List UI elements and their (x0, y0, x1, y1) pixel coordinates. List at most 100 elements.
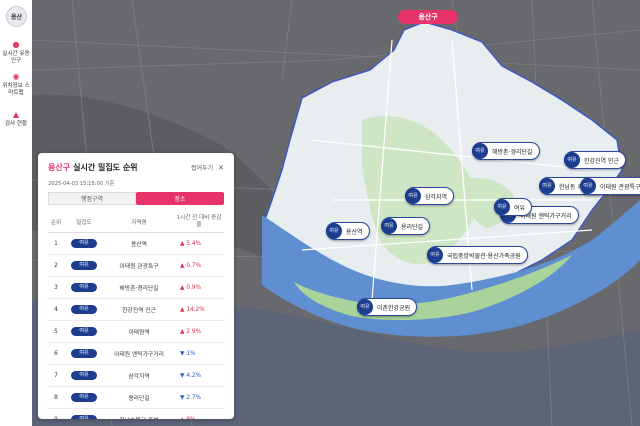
rank-cell: 8 (54, 394, 58, 401)
table-row[interactable]: 2 여유 이태원 관광특구 ▲ 0.7% (48, 255, 224, 277)
density-status-badge: 여유 (580, 178, 596, 194)
change-value: 2.7% (186, 394, 202, 401)
panel-title-district: 용산구 (48, 163, 71, 172)
change-cell: ▲ 8% (174, 417, 224, 420)
district-badge[interactable]: 용산구 (398, 10, 458, 24)
change-value: 14.2% (186, 306, 205, 313)
change-value: 1% (186, 350, 196, 357)
map-marker-itaewon-tourist[interactable]: 여유 이태원 관광특구 주변 (580, 177, 640, 195)
density-cell: 여유 (64, 349, 104, 358)
density-status-badge: 여유 (427, 247, 443, 263)
map-marker-label: 용산역 (346, 228, 363, 236)
panel-title: 용산구 실시간 밀집도 순위 (48, 162, 138, 173)
panel-title-text: 실시간 밀집도 순위 (73, 163, 138, 172)
change-cell: ▼ 1% (174, 351, 224, 357)
collapse-label: 접어두기 (191, 165, 214, 172)
sidebar: 용산 ● 실시간 유동인구 ◉ 위치정보 스마트맵 ▲ 검사 현황 (0, 0, 33, 426)
rank-cell: 7 (54, 372, 58, 379)
district-logo[interactable]: 용산 (6, 6, 27, 27)
close-icon[interactable]: ✕ (218, 164, 224, 172)
table-row[interactable]: 1 여유 용산역 ▲ 5.4% (48, 233, 224, 255)
map-marker-label: 삼각지역 (425, 193, 448, 201)
change-value: 2.9% (186, 328, 202, 335)
rank-cell: 9 (48, 417, 64, 420)
change-cell: ▲ 0.9% (174, 285, 224, 291)
map-marker-label: 한강진역 인근 (584, 157, 620, 165)
rank-cell: 5 (54, 328, 58, 335)
density-cell: 여유 (64, 327, 104, 336)
change-cell: ▼ 2.7% (174, 395, 224, 401)
table-row[interactable]: 5 여유 이태원역 ▲ 2.9% (48, 321, 224, 343)
change-cell: ▲ 2.9% (174, 329, 224, 335)
change-cell: ▲ 0.7% (174, 263, 224, 269)
change-value: 4.2% (186, 372, 202, 379)
area-cell: 이태원 앤틱가구거리 (114, 352, 164, 358)
arrow-up-icon: ▲ (180, 262, 185, 269)
tab-place[interactable]: 장소 (136, 192, 224, 205)
density-status-badge: 여유 (71, 283, 97, 292)
density-status-badge: 여유 (326, 223, 342, 239)
density-status-badge: 여유 (71, 415, 97, 419)
density-status-badge: 여유 (564, 152, 580, 168)
map-marker-hangangjin[interactable]: 여유 한강진역 인근 (564, 151, 627, 169)
table-row[interactable]: 4 여유 한강진역 인근 ▲ 14.2% (48, 299, 224, 321)
area-cell: 삼각지역 (128, 374, 150, 380)
sidebar-item-inspection[interactable]: ▲ 검사 현황 (0, 110, 32, 128)
people-icon: ● (12, 40, 20, 49)
map-marker-label: 여유 (514, 204, 526, 212)
area-cell: 이태원역 (128, 330, 150, 336)
map-marker-yongsan-station[interactable]: 여유 용산역 (326, 222, 370, 240)
area-cell: 해방촌·경리단길 (119, 286, 159, 292)
table-row[interactable]: 6 여유 이태원 앤틱가구거리 ▼ 1% (48, 343, 224, 365)
density-status-badge: 여유 (71, 327, 97, 336)
map-marker-itaewon-station[interactable]: 여유 여유 (494, 198, 533, 216)
rank-cell: 3 (54, 284, 58, 291)
area-cell: 한강진역 인근 (122, 308, 156, 314)
map-marker-label: 이촌한강공원 (377, 304, 411, 312)
map-marker-samgakji[interactable]: 여유 삼각지역 (405, 187, 455, 205)
collapse-button[interactable]: 접어두기 ✕ (191, 163, 224, 172)
change-cell: ▲ 5.4% (174, 241, 224, 247)
sidebar-item-label: 검사 현황 (4, 121, 28, 127)
table-row[interactable]: 3 여유 해방촌·경리단길 ▲ 0.9% (48, 277, 224, 299)
table-header: 순위 밀집도 지역명 1시간 전 대비 증감율 (48, 211, 224, 233)
change-value: 5.4% (186, 240, 202, 247)
arrow-up-icon: ▲ (180, 417, 184, 420)
density-status-badge: 여유 (71, 261, 97, 270)
arrow-down-icon: ▼ (180, 372, 185, 379)
rank-cell: 6 (54, 350, 58, 357)
sidebar-item-realtime-population[interactable]: ● 실시간 유동인구 (0, 40, 32, 65)
density-status-badge: 여유 (71, 393, 97, 402)
area-cell: 용산역 (131, 242, 147, 248)
density-cell: 여유 (64, 415, 104, 419)
density-cell: 여유 (64, 283, 104, 292)
table-row[interactable]: 8 여유 용리단길 ▼ 2.7% (48, 387, 224, 409)
change-cell: ▲ 14.2% (174, 307, 224, 313)
density-cell: 여유 (64, 371, 104, 380)
ranking-table: 순위 밀집도 지역명 1시간 전 대비 증감율 1 여유 용산역 ▲ 5.4% 2 여유 이… (48, 211, 224, 419)
sidebar-item-smart-map[interactable]: ◉ 위치정보 스마트맵 (0, 72, 32, 97)
map-marker-national-museum[interactable]: 여유 국립중앙박물관·용산가족공원 (427, 246, 528, 264)
map-marker-yongridangil[interactable]: 여유 용리단길 (381, 217, 431, 235)
density-cell: 여유 (64, 239, 104, 248)
density-cell: 여유 (64, 393, 104, 402)
table-row[interactable]: 9여유한남초목교 주변▲ 8% (48, 409, 224, 419)
arrow-up-icon: ▲ (180, 328, 185, 335)
sidebar-item-label: 실시간 유동인구 (2, 51, 30, 64)
rank-cell: 1 (54, 240, 58, 247)
map-marker-label: 국립중앙박물관·용산가족공원 (447, 252, 521, 260)
density-status-badge: 여유 (472, 143, 488, 159)
sidebar-item-label: 위치정보 스마트맵 (2, 83, 30, 96)
map-marker-ichon-hangang-park[interactable]: 여유 이촌한강공원 (357, 298, 418, 316)
table-row[interactable]: 7 여유 삼각지역 ▼ 4.2% (48, 365, 224, 387)
density-cell: 여유 (64, 261, 104, 270)
density-ranking-panel: 용산구 실시간 밀집도 순위 접어두기 ✕ 2025-04-03 15:15:00 … (38, 153, 234, 419)
arrow-down-icon: ▼ (180, 394, 185, 401)
header-area: 지역명 (131, 219, 147, 226)
map-marker-label: 이태원 관광특구 주변 (600, 183, 640, 191)
density-status-badge: 여유 (71, 305, 97, 314)
map-marker-haebangchon[interactable]: 여유 해방촌·경리단길 (472, 142, 540, 160)
tab-admin-district[interactable]: 행정구역 (48, 192, 136, 205)
location-pin-icon: ◉ (12, 72, 20, 81)
timestamp: 2025-04-03 15:15:00 기준 (48, 181, 115, 187)
